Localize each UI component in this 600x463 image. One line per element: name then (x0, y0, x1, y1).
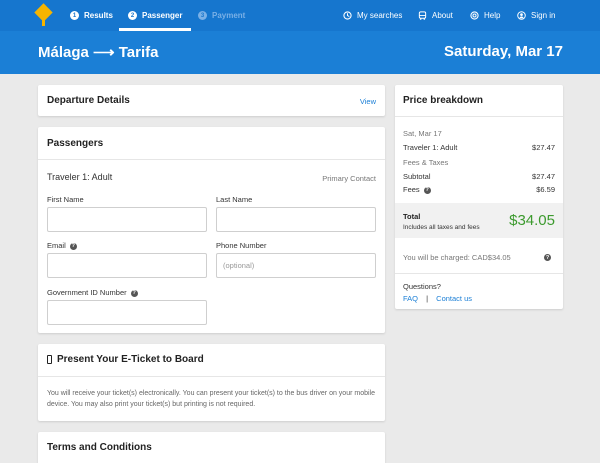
route-origin: Málaga (38, 44, 89, 61)
bus-icon (418, 11, 427, 20)
about-label: About (432, 11, 453, 20)
help-links: FAQ | Contact us (403, 294, 472, 303)
contact-us-link[interactable]: Contact us (436, 294, 472, 303)
help-icon[interactable]: ? (423, 186, 431, 194)
help-icon[interactable]: ? (69, 242, 77, 250)
top-nav: 1 Results 2 Passenger 3 Payment My searc… (0, 0, 600, 31)
last-name-input[interactable] (216, 207, 376, 232)
sign-in-label: Sign in (531, 11, 556, 20)
eticket-title: Present Your E-Ticket to Board (57, 354, 204, 365)
phone-icon (47, 355, 52, 364)
total-section: Total Includes all taxes and fees $34.05 (395, 203, 563, 238)
lifebuoy-icon (470, 11, 479, 20)
help-link[interactable]: Help (470, 0, 500, 31)
help-icon[interactable]: ? (544, 254, 551, 261)
first-name-input[interactable] (47, 207, 207, 232)
step-number: 1 (70, 11, 79, 20)
charged-text: You will be charged: CAD$34.05 (403, 253, 511, 262)
sign-in-link[interactable]: Sign in (517, 0, 555, 31)
gov-id-label-text: Government ID Number (47, 288, 127, 297)
divider (395, 116, 563, 117)
route-title: Málaga ⟶ Tarifa (38, 43, 158, 61)
passengers-title: Passengers (47, 138, 104, 149)
step-number: 3 (198, 11, 207, 20)
phone-input[interactable]: (optional) (216, 253, 376, 278)
last-name-label: Last Name (216, 195, 253, 204)
phone-label: Phone Number (216, 241, 267, 250)
traveler-price-amount: $27.47 (532, 143, 555, 152)
terms-title: Terms and Conditions (47, 442, 152, 453)
fees-amount: $6.59 (536, 185, 555, 194)
fees-taxes-label: Fees & Taxes (403, 158, 449, 167)
eticket-card: Present Your E-Ticket to Board You will … (38, 344, 385, 421)
step-payment: 3 Payment (198, 0, 245, 31)
step-number: 2 (128, 11, 137, 20)
link-separator: | (426, 294, 429, 303)
price-breakdown-title: Price breakdown (403, 95, 484, 106)
phone-placeholder: (optional) (223, 261, 255, 270)
gov-id-input[interactable] (47, 300, 207, 325)
divider (395, 273, 563, 274)
user-icon (517, 11, 526, 20)
route-destination: Tarifa (118, 44, 159, 61)
my-searches-label: My searches (357, 11, 403, 20)
history-icon (343, 11, 352, 20)
fees-label-text: Fees (403, 185, 420, 194)
step-results[interactable]: 1 Results (70, 0, 113, 31)
terms-card: Terms and Conditions (38, 432, 385, 463)
email-input[interactable] (47, 253, 207, 278)
route-arrow-icon: ⟶ (93, 44, 115, 61)
questions-label: Questions? (403, 282, 441, 291)
total-note: Includes all taxes and fees (403, 224, 480, 231)
step-label: Results (84, 11, 113, 20)
price-date: Sat, Mar 17 (403, 129, 442, 138)
step-passenger[interactable]: 2 Passenger (118, 0, 193, 31)
my-searches-link[interactable]: My searches (343, 0, 402, 31)
divider (38, 376, 385, 377)
help-icon[interactable]: ? (130, 289, 138, 297)
passengers-card: Passengers Traveler 1: Adult Primary Con… (38, 127, 385, 333)
primary-contact-label: Primary Contact (322, 174, 376, 183)
travel-date: Saturday, Mar 17 (444, 43, 563, 60)
about-link[interactable]: About (418, 0, 453, 31)
divider (38, 159, 385, 160)
subtotal-amount: $27.47 (532, 172, 555, 181)
eticket-header: Present Your E-Ticket to Board (47, 354, 204, 365)
departure-details-title: Departure Details (47, 95, 130, 106)
departure-details-card: Departure Details View (38, 85, 385, 116)
logo-stem (42, 17, 45, 26)
traveler-label: Traveler 1: Adult (47, 172, 113, 182)
faq-link[interactable]: FAQ (403, 294, 418, 303)
traveler-price-label: Traveler 1: Adult (403, 143, 458, 152)
fees-label: Fees? (403, 185, 431, 194)
eticket-text: You will receive your ticket(s) electron… (47, 390, 375, 408)
email-label-text: Email (47, 241, 66, 250)
total-label: Total (403, 212, 421, 221)
subtotal-label: Subtotal (403, 172, 431, 181)
step-label: Passenger (142, 11, 183, 20)
price-breakdown-card: Price breakdown Sat, Mar 17 Traveler 1: … (395, 85, 563, 309)
route-header: Málaga ⟶ Tarifa Saturday, Mar 17 (0, 31, 600, 74)
gov-id-label: Government ID Number? (47, 288, 138, 297)
view-departure-link[interactable]: View (360, 97, 376, 106)
help-label: Help (484, 11, 501, 20)
email-label: Email? (47, 241, 77, 250)
step-label: Payment (212, 11, 246, 20)
first-name-label: First Name (47, 195, 84, 204)
total-amount: $34.05 (509, 212, 555, 229)
